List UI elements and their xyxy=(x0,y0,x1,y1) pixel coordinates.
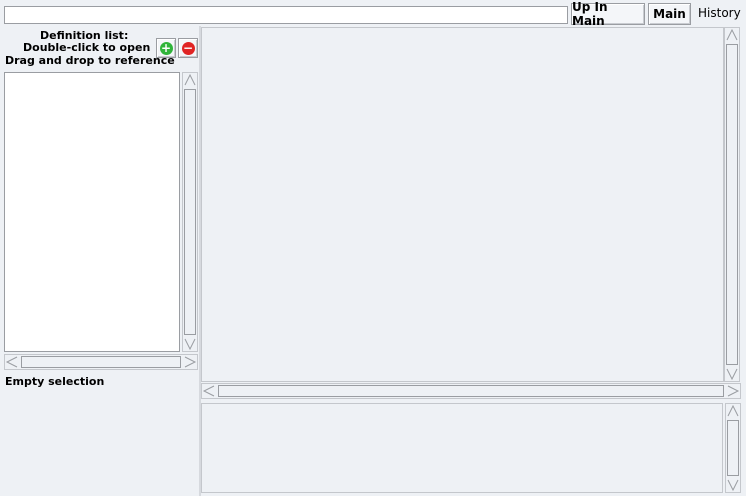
scroll-up-arrow-icon[interactable] xyxy=(726,404,740,418)
scroll-down-arrow-icon[interactable] xyxy=(726,478,740,492)
scrollbar-thumb[interactable] xyxy=(218,385,724,397)
scroll-up-arrow-icon[interactable] xyxy=(725,28,739,42)
scroll-left-arrow-icon[interactable] xyxy=(202,384,216,398)
scroll-left-arrow-icon[interactable] xyxy=(5,355,19,369)
definition-list-header-line3: Drag and drop to reference xyxy=(5,54,175,67)
plus-circle-icon: + xyxy=(159,40,173,55)
scrollbar-thumb[interactable] xyxy=(727,420,739,476)
up-in-main-button[interactable]: Up In Main xyxy=(571,0,645,28)
scroll-down-arrow-icon[interactable] xyxy=(183,337,197,351)
scroll-down-arrow-icon[interactable] xyxy=(725,367,739,381)
main-canvas[interactable] xyxy=(201,27,724,382)
definition-list-header-line2: Double-click to open xyxy=(23,41,151,54)
main-canvas-vertical-scrollbar[interactable] xyxy=(724,27,740,382)
output-vertical-scrollbar[interactable] xyxy=(725,403,741,493)
scroll-right-arrow-icon[interactable] xyxy=(726,384,740,398)
scroll-up-arrow-icon[interactable] xyxy=(183,73,197,87)
main-canvas-horizontal-scrollbar[interactable] xyxy=(201,383,741,399)
add-definition-button[interactable]: + xyxy=(156,38,176,58)
output-text-area[interactable] xyxy=(201,403,723,493)
scrollbar-thumb[interactable] xyxy=(726,44,738,365)
address-input[interactable] xyxy=(4,6,568,24)
minus-circle-icon: − xyxy=(181,40,195,55)
scrollbar-thumb[interactable] xyxy=(21,356,181,368)
scrollbar-thumb[interactable] xyxy=(184,89,196,335)
definition-list-vertical-scrollbar[interactable] xyxy=(182,72,198,352)
definition-list[interactable] xyxy=(4,72,180,352)
remove-definition-button[interactable]: − xyxy=(178,38,198,58)
definition-list-horizontal-scrollbar[interactable] xyxy=(4,354,198,370)
history-label[interactable]: History xyxy=(698,6,741,20)
scroll-right-arrow-icon[interactable] xyxy=(183,355,197,369)
selection-status: Empty selection xyxy=(5,375,105,388)
main-button[interactable]: Main xyxy=(648,3,691,25)
